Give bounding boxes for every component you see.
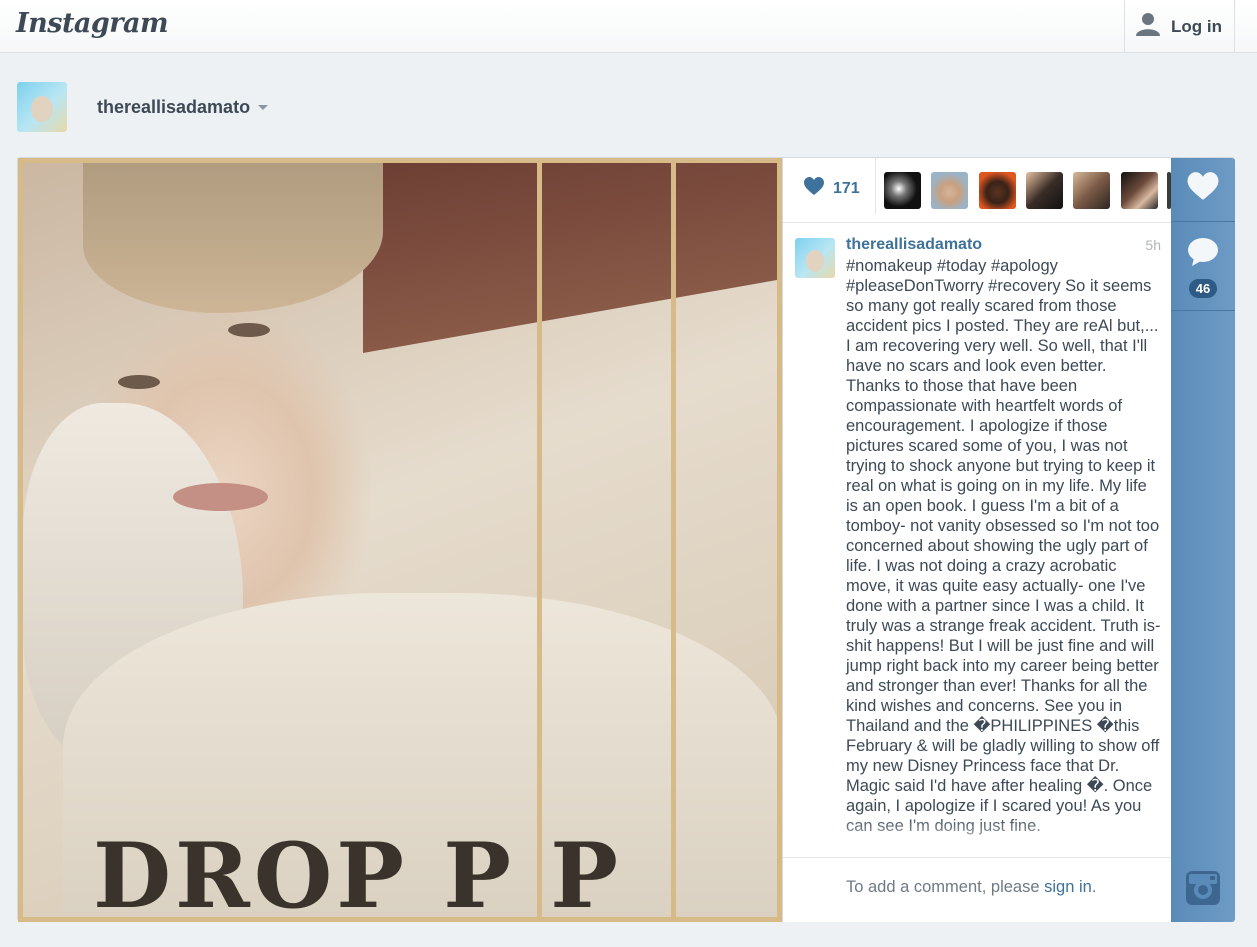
photo-eye-left [118, 375, 160, 389]
liker-avatar[interactable] [931, 172, 968, 209]
liker-avatar[interactable] [1026, 172, 1063, 209]
photo-divider [537, 163, 542, 917]
photo-headboard [363, 163, 777, 354]
comment-prompt-row: To add a comment, please sign in. [783, 857, 1171, 922]
comment-prompt: To add a comment, please sign in. [846, 878, 1096, 897]
login-label: Log in [1171, 16, 1222, 36]
caption-text: #nomakeup #today #apology #pleaseDonTwor… [846, 257, 1161, 835]
caption-fade [783, 817, 1171, 857]
liker-avatar[interactable] [979, 172, 1016, 209]
heart-icon [1186, 170, 1220, 207]
comment-count-badge: 46 [1188, 279, 1218, 298]
liker-avatar[interactable] [1073, 172, 1110, 209]
photo-image: DROP P P [23, 163, 777, 917]
avatar[interactable] [17, 82, 67, 132]
likes-divider [875, 158, 876, 214]
photo-divider [671, 163, 676, 917]
post-timestamp: 5h [1145, 237, 1161, 253]
likes-row: 171 [783, 158, 1171, 223]
photo-hair [83, 163, 383, 313]
user-icon [1135, 12, 1161, 41]
caption-avatar[interactable] [795, 238, 835, 278]
comment-icon [1186, 236, 1220, 273]
post-details-panel: 171 thereallisadamato 5h #nomakeup #toda… [783, 158, 1171, 922]
photo-lips [173, 483, 268, 511]
comment-prompt-suffix: . [1091, 878, 1097, 896]
post-photo[interactable]: DROP P P [18, 158, 783, 922]
like-count: 171 [833, 179, 860, 197]
heart-icon [803, 176, 825, 201]
chevron-down-icon[interactable] [258, 104, 269, 110]
camera-icon [1185, 870, 1221, 911]
instagram-camera-button[interactable] [1171, 870, 1235, 911]
sidebar-divider [1171, 310, 1235, 311]
liker-avatar[interactable] [1121, 172, 1158, 209]
like-count-button[interactable]: 171 [803, 176, 860, 201]
top-bar: Instagram Log in [0, 0, 1257, 53]
caption-avatar-face [806, 250, 824, 272]
sign-in-link[interactable]: sign in [1044, 878, 1092, 896]
sidebar-divider [1171, 221, 1235, 222]
profile-header: thereallisadamato [17, 82, 269, 132]
profile-username[interactable]: thereallisadamato [97, 97, 250, 118]
comment-prompt-text: To add a comment, please [846, 878, 1045, 896]
login-button[interactable]: Log in [1124, 0, 1235, 53]
caption-section: thereallisadamato 5h #nomakeup #today #a… [783, 224, 1171, 857]
like-button[interactable] [1171, 170, 1235, 207]
action-sidebar: 46 [1171, 158, 1235, 922]
photo-eye-right [228, 323, 270, 337]
photo-shirt-text: DROP P P [93, 823, 622, 917]
avatar-face [31, 96, 53, 122]
comment-button[interactable]: 46 [1171, 236, 1235, 298]
post-card: DROP P P 171 thereallisadamato 5h #nomak… [17, 157, 1235, 922]
caption-username[interactable]: thereallisadamato [846, 236, 982, 254]
liker-avatar[interactable] [884, 172, 921, 209]
instagram-logo[interactable]: Instagram [16, 8, 169, 39]
